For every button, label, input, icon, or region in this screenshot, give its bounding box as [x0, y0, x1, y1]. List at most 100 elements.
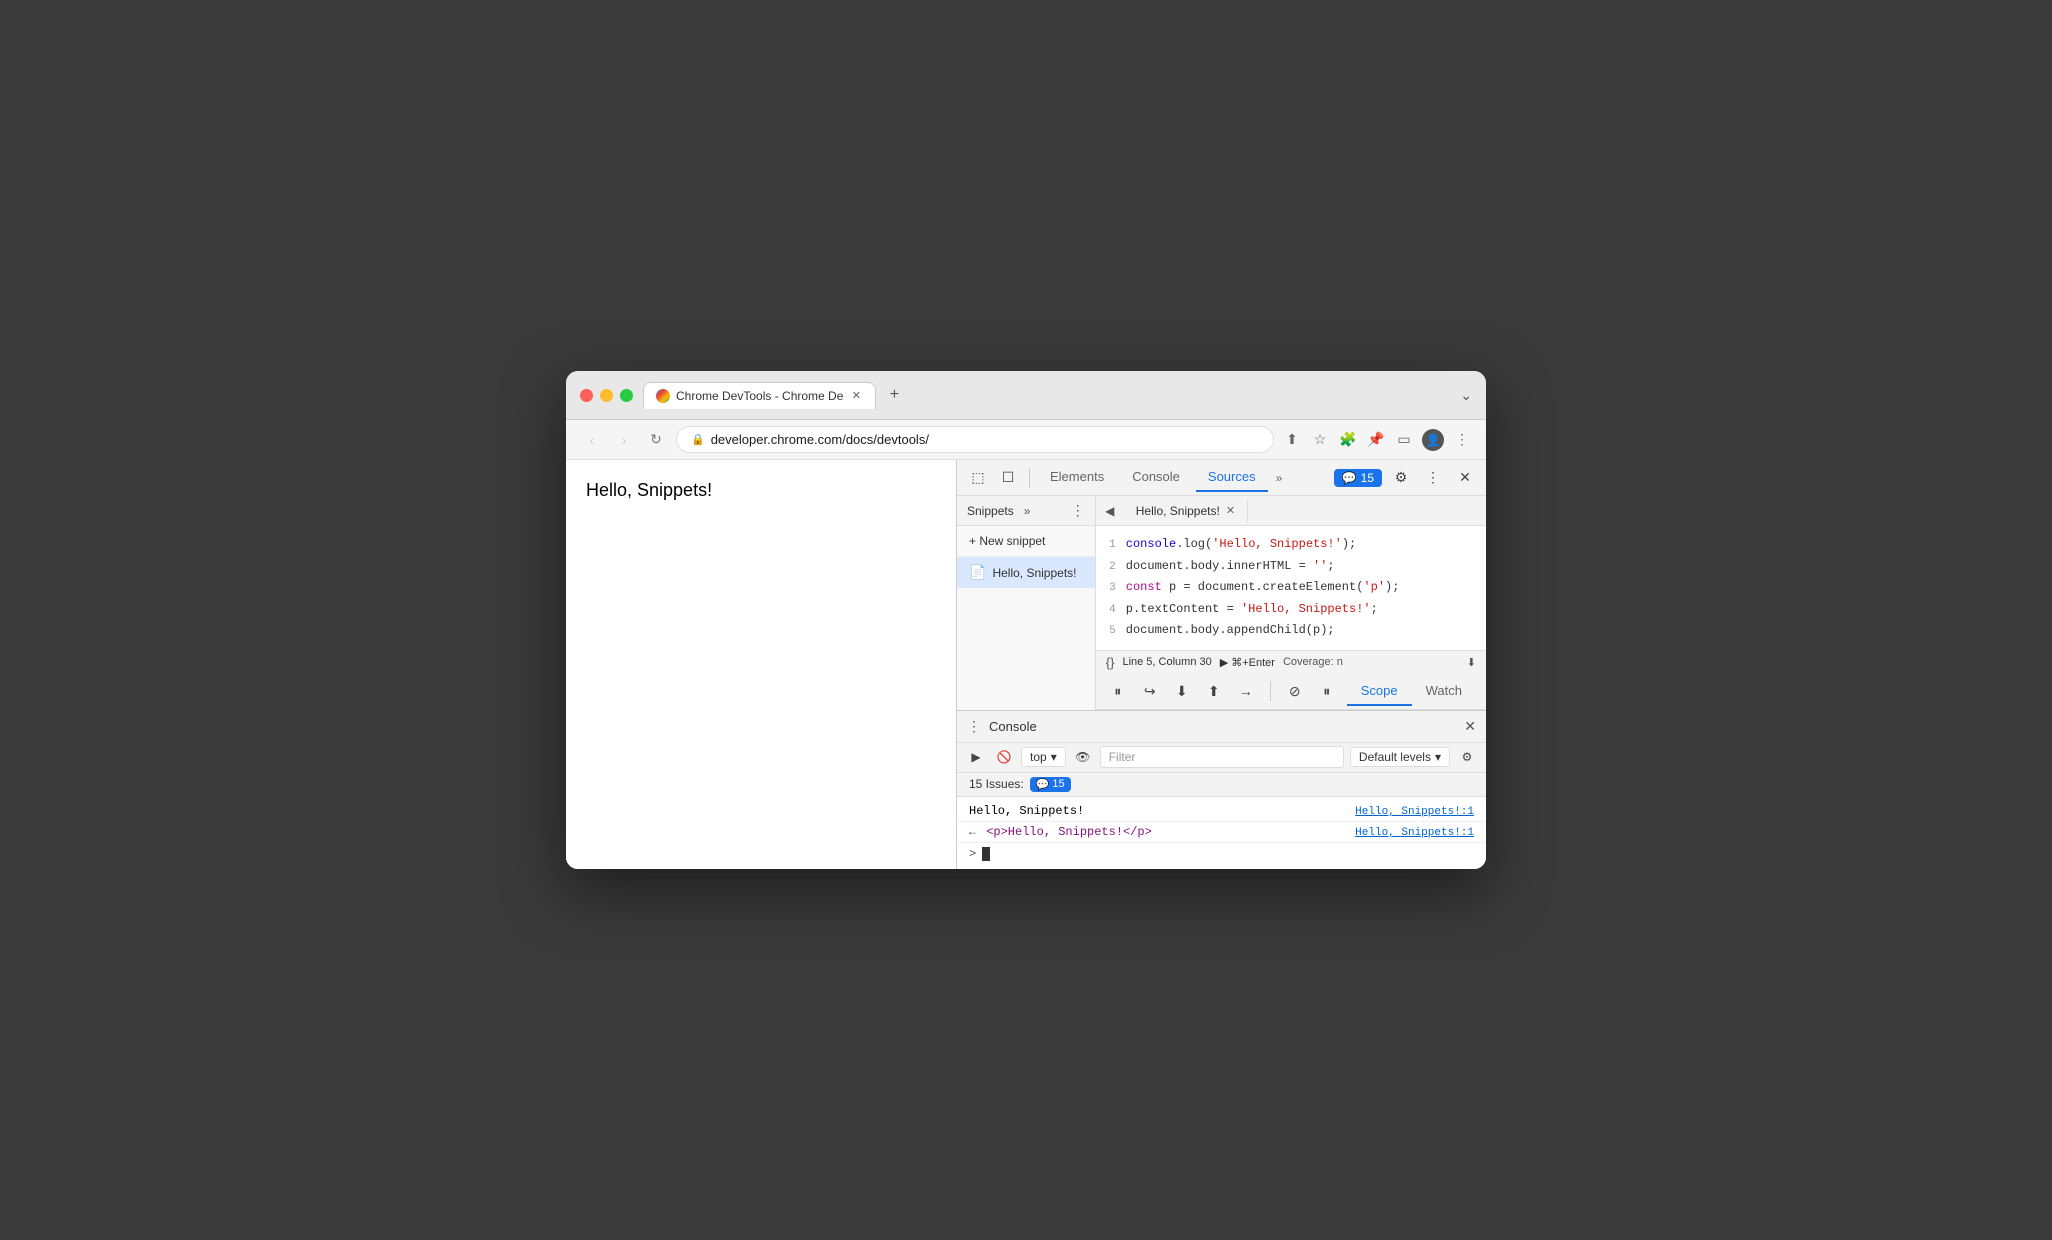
more-tabs-button[interactable]: » — [1272, 465, 1287, 491]
editor-tab-active[interactable]: Hello, Snippets! ✕ — [1124, 500, 1248, 522]
expand-button[interactable]: ⬇ — [1467, 656, 1476, 669]
code-line-2: 2 document.body.innerHTML = ''; — [1096, 556, 1486, 578]
url-bar[interactable]: 🔒 developer.chrome.com/docs/devtools/ — [676, 426, 1274, 453]
console-input-line[interactable]: > — [957, 843, 1486, 865]
breakpoints-button[interactable]: ⊘ — [1283, 679, 1307, 703]
code-content-3: const p = document.createElement('p'); — [1126, 578, 1400, 597]
code-content-4: p.textContent = 'Hello, Snippets!'; — [1126, 600, 1378, 619]
issues-badge-small[interactable]: 💬 15 — [1030, 777, 1071, 792]
traffic-lights — [580, 389, 633, 402]
code-line-4: 4 p.textContent = 'Hello, Snippets!'; — [1096, 599, 1486, 621]
browser-window: Chrome DevTools - Chrome De ✕ + ⌄ ‹ › ↻ … — [566, 371, 1486, 869]
pin-icon[interactable]: 📌 — [1366, 430, 1386, 450]
step-over-button[interactable]: ↪ — [1138, 679, 1162, 703]
console-eye-button[interactable]: 👁 — [1072, 746, 1094, 768]
status-line-col: Line 5, Column 30 — [1122, 656, 1211, 668]
devtools-more-button[interactable]: ⋮ — [1420, 465, 1446, 491]
page-hello-text: Hello, Snippets! — [586, 480, 712, 500]
browser-tab-active[interactable]: Chrome DevTools - Chrome De ✕ — [643, 382, 876, 409]
step-into-button[interactable]: ⬇ — [1170, 679, 1194, 703]
new-snippet-button[interactable]: + New snippet — [957, 526, 1095, 557]
snippets-panel: Snippets » ⋮ + New snippet 📄 Hello, Snip… — [957, 496, 1096, 710]
console-line-left-1: Hello, Snippets! — [969, 804, 1084, 818]
avatar[interactable]: 👤 — [1422, 429, 1444, 451]
step-button[interactable]: → — [1234, 679, 1258, 703]
console-filter-input[interactable]: Filter — [1100, 746, 1344, 768]
tab-sources[interactable]: Sources — [1196, 463, 1268, 492]
format-button[interactable]: {} — [1106, 655, 1115, 670]
tab-elements[interactable]: Elements — [1038, 463, 1116, 492]
snippet-item-hello[interactable]: 📄 Hello, Snippets! — [957, 557, 1095, 588]
refresh-button[interactable]: ↻ — [644, 428, 668, 452]
devtools-toolbar-right: 💬 15 ⚙ ⋮ ✕ — [1334, 465, 1478, 491]
async-pause-button[interactable]: ⏸ — [1315, 679, 1339, 703]
console-text-1: Hello, Snippets! — [969, 804, 1084, 818]
device-toolbar-button[interactable]: ☐ — [995, 465, 1021, 491]
snippet-name: Hello, Snippets! — [992, 566, 1076, 580]
devtools-close-button[interactable]: ✕ — [1452, 465, 1478, 491]
console-settings-button[interactable]: ⚙ — [1456, 746, 1478, 768]
levels-label: Default levels — [1359, 750, 1431, 764]
console-toolbar: ▶ 🚫 top ▾ 👁 Filter Default levels ▾ ⚙ — [957, 743, 1486, 773]
console-run-button[interactable]: ▶ — [965, 746, 987, 768]
code-content-1: console.log('Hello, Snippets!'); — [1126, 535, 1356, 554]
step-out-button[interactable]: ⬆ — [1202, 679, 1226, 703]
tab-scope[interactable]: Scope — [1347, 677, 1412, 706]
console-menu-icon[interactable]: ⋮ — [967, 718, 981, 735]
tab-bar: Chrome DevTools - Chrome De ✕ + — [643, 381, 1450, 409]
address-bar: ‹ › ↻ 🔒 developer.chrome.com/docs/devtoo… — [566, 420, 1486, 460]
issues-bar-text: 15 Issues: — [969, 777, 1024, 791]
issues-badge-icon: 💬 — [1036, 778, 1050, 791]
menu-icon[interactable]: ⋮ — [1452, 430, 1472, 450]
status-bar: {} Line 5, Column 30 ▶ ⌘+Enter Coverage:… — [1096, 650, 1486, 674]
minimize-window-button[interactable] — [600, 389, 613, 402]
issues-bar: 15 Issues: 💬 15 — [957, 773, 1486, 797]
tab-watch[interactable]: Watch — [1412, 677, 1476, 706]
bookmark-icon[interactable]: ☆ — [1310, 430, 1330, 450]
new-tab-button[interactable]: + — [880, 381, 908, 409]
console-header: ⋮ Console ✕ — [957, 711, 1486, 743]
url-text: developer.chrome.com/docs/devtools/ — [711, 432, 929, 447]
inspect-element-button[interactable]: ⬚ — [965, 465, 991, 491]
sidebar-icon[interactable]: ▭ — [1394, 430, 1414, 450]
devtools-toolbar: ⬚ ☐ Elements Console Sources » 💬 15 — [957, 460, 1486, 496]
console-block-button[interactable]: 🚫 — [993, 746, 1015, 768]
editor-tab-close-button[interactable]: ✕ — [1226, 504, 1235, 517]
code-content-2: document.body.innerHTML = ''; — [1126, 557, 1335, 576]
levels-selector[interactable]: Default levels ▾ — [1350, 747, 1450, 767]
console-link-1[interactable]: Hello, Snippets!:1 — [1355, 806, 1474, 818]
context-selector[interactable]: top ▾ — [1021, 747, 1066, 767]
context-chevron-icon: ▾ — [1051, 750, 1057, 764]
console-close-button[interactable]: ✕ — [1464, 718, 1476, 735]
editor-panel: ◀ Hello, Snippets! ✕ 1 console.log('Hell… — [1096, 496, 1486, 710]
issues-badge[interactable]: 💬 15 — [1334, 469, 1382, 487]
devtools-settings-button[interactable]: ⚙ — [1388, 465, 1414, 491]
extension-icon[interactable]: 🧩 — [1338, 430, 1358, 450]
console-dom-left: ← <p>Hello, Snippets!</p> — [969, 825, 1152, 839]
tab-console[interactable]: Console — [1120, 463, 1192, 492]
share-icon[interactable]: ⬆ — [1282, 430, 1302, 450]
back-button[interactable]: ‹ — [580, 428, 604, 452]
devtools-panel: ⬚ ☐ Elements Console Sources » 💬 15 — [956, 460, 1486, 869]
context-label: top — [1030, 750, 1047, 764]
snippets-kebab-button[interactable]: ⋮ — [1071, 502, 1085, 519]
page-content: Hello, Snippets! — [566, 460, 956, 869]
scope-tabs: Scope Watch — [1347, 677, 1476, 706]
editor-back-button[interactable]: ◀ — [1096, 504, 1124, 518]
console-dom-content: <p>Hello, Snippets!</p> — [986, 825, 1152, 839]
maximize-window-button[interactable] — [620, 389, 633, 402]
forward-button[interactable]: › — [612, 428, 636, 452]
pause-button[interactable]: ⏸ — [1106, 679, 1130, 703]
close-window-button[interactable] — [580, 389, 593, 402]
console-content: Hello, Snippets! Hello, Snippets!:1 ← <p… — [957, 797, 1486, 869]
run-snippet-button[interactable]: ▶ ⌘+Enter — [1220, 656, 1275, 669]
console-dom-link[interactable]: Hello, Snippets!:1 — [1355, 827, 1474, 839]
editor-tab-label: Hello, Snippets! — [1136, 504, 1220, 518]
chevron-down-icon[interactable]: ⌄ — [1460, 387, 1472, 404]
chrome-favicon-icon — [656, 389, 670, 403]
devtools-body: Snippets » ⋮ + New snippet 📄 Hello, Snip… — [957, 496, 1486, 710]
snippets-more-button[interactable]: » — [1024, 504, 1031, 518]
tab-close-button[interactable]: ✕ — [849, 389, 863, 403]
code-editor[interactable]: 1 console.log('Hello, Snippets!'); 2 doc… — [1096, 526, 1486, 650]
line-num-5: 5 — [1096, 623, 1126, 641]
